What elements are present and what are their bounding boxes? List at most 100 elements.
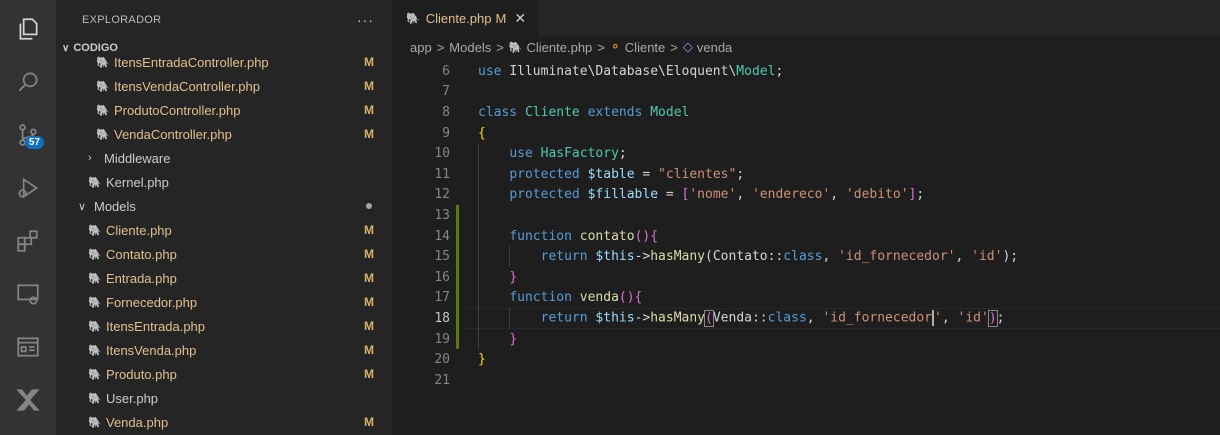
code-text: } (478, 270, 517, 285)
code-token: ' (934, 310, 942, 326)
code-text: use Illuminate\Database\Eloquent\Model; (478, 64, 783, 79)
breadcrumb-app[interactable]: app (410, 40, 432, 55)
tree-item[interactable]: 🐘 Contato.php M (56, 242, 392, 266)
chevron-right-icon: › (88, 152, 92, 164)
git-gutter-modified (456, 246, 459, 267)
tab-cliente-php[interactable]: 🐘 Cliente.php M ✕ (392, 0, 539, 36)
tree-item[interactable]: 🐘 Entrada.php M (56, 266, 392, 290)
code-line[interactable]: 6 use Illuminate\Database\Eloquent\Model; (392, 61, 1220, 82)
chevron-down-icon: ∨ (78, 200, 87, 213)
code-line[interactable]: 10 use HasFactory; (392, 143, 1220, 164)
code-token: ; (916, 187, 925, 203)
explorer-icon[interactable] (0, 10, 56, 47)
indent-guide (478, 143, 479, 350)
code-token: , (941, 310, 958, 326)
tree-item[interactable]: 🐘 Cliente.php M (56, 218, 392, 242)
breadcrumb-class[interactable]: Cliente (625, 40, 665, 55)
git-gutter-modified (456, 266, 459, 288)
tree-item[interactable]: 🐘 Venda.php M (56, 410, 392, 434)
code-line[interactable]: 15 return $this->hasMany(Contato::class,… (392, 246, 1220, 267)
code-token: hasMany (650, 310, 706, 326)
tree-item[interactable]: 🐘 Fornecedor.php M (56, 290, 392, 314)
git-gutter-modified (456, 225, 459, 247)
remote-explorer-icon[interactable] (0, 276, 56, 313)
breadcrumb-models[interactable]: Models (449, 40, 491, 55)
code-line[interactable]: 20} (392, 349, 1220, 370)
code-line[interactable]: 9{ (392, 123, 1220, 144)
code-line[interactable]: 14 function contato(){ (392, 225, 1220, 247)
search-icon[interactable] (0, 63, 56, 100)
tree-item[interactable]: 🐘 ItensVenda.php M (56, 338, 392, 362)
php-file-icon: 🐘 (508, 41, 523, 54)
code-line[interactable]: 13 (392, 205, 1220, 226)
code-line[interactable]: 17 function venda(){ (392, 287, 1220, 309)
tree-item[interactable]: 🐘 ProdutoController.php M (56, 98, 392, 122)
method-symbol-icon: ◇ (682, 39, 693, 54)
tree-item[interactable]: ∨ Models (56, 194, 392, 218)
run-debug-icon[interactable] (0, 169, 56, 206)
line-number: 14 (434, 228, 450, 244)
code-token: (){ (634, 228, 659, 244)
line-number: 15 (434, 249, 450, 265)
extensions-icon[interactable] (0, 223, 56, 260)
tree-item[interactable]: 🐘 ItensVendaController.php M (56, 74, 392, 98)
code-line[interactable]: 16 } (392, 266, 1220, 288)
code-token: } (478, 352, 486, 368)
source-control-icon[interactable]: 57 (0, 116, 56, 153)
code-line[interactable]: 12 protected $fillable = ['nome', 'ender… (392, 185, 1220, 206)
indent-guide (509, 308, 511, 329)
git-gutter-modified (456, 205, 459, 226)
tree-item-label: Contato.php (106, 246, 177, 262)
tree-item-label: ItensEntradaController.php (114, 54, 269, 70)
code-line[interactable]: 7 (392, 82, 1220, 103)
line-number: 16 (434, 269, 450, 285)
tree-item[interactable]: 🐘 ItensEntradaController.php M (56, 50, 392, 74)
vscode-window: 57 EXPLORADOR ··· ∨ CODIGO 🐘 ItensEntrada… (0, 0, 1220, 435)
code-line[interactable]: 11 protected $table = "clientes"; (392, 164, 1220, 185)
line-number: 9 (442, 125, 450, 141)
tree-item[interactable]: › Middleware (56, 146, 392, 170)
tree-item-label: User.php (106, 390, 159, 406)
tree-item[interactable]: 🐘 ItensEntrada.php M (56, 314, 392, 338)
tree-item[interactable]: 🐘 User.php (56, 386, 392, 410)
code-token: Cliente (524, 104, 588, 120)
code-line[interactable]: 21 (392, 370, 1220, 391)
code-text: protected $fillable = ['nome', 'endereco… (478, 187, 924, 202)
close-tab-button[interactable]: ✕ (514, 10, 526, 27)
php-file-icon: 🐘 (96, 56, 110, 69)
code-token: contato (579, 228, 635, 244)
breadcrumb-method[interactable]: venda (697, 40, 732, 55)
code-editor[interactable]: 6 use Illuminate\Database\Eloquent\Model;… (392, 61, 1220, 391)
code-token: -> (634, 310, 651, 326)
tree-item-label: Cliente.php (106, 222, 172, 238)
bracket-match: ( (704, 309, 714, 327)
code-line[interactable]: 18 return $this->hasMany(Venda::class, '… (392, 308, 1220, 329)
code-token: $table (587, 166, 635, 182)
code-token: $this (595, 310, 635, 326)
git-status-badge: M (364, 223, 374, 237)
code-token: = (658, 187, 682, 203)
php-file-icon: 🐘 (96, 80, 110, 93)
code-token: ; (618, 146, 627, 162)
tree-item[interactable]: 🐘 VendaController.php M (56, 122, 392, 146)
code-line[interactable]: 19 } (392, 328, 1220, 350)
code-token: protected (509, 166, 588, 182)
code-token: -> (634, 249, 651, 265)
tree-item[interactable]: 🐘 Produto.php M (56, 362, 392, 386)
code-token: 'id' (957, 310, 989, 326)
php-file-icon: 🐘 (88, 368, 102, 381)
panel-icon[interactable] (0, 329, 56, 366)
code-token: (Contato:: (705, 249, 784, 265)
breadcrumb-file[interactable]: Cliente.php (527, 40, 593, 55)
xampp-icon[interactable] (0, 382, 56, 419)
line-number: 18 (434, 310, 450, 326)
tree-item[interactable]: 🐘 Kernel.php (56, 170, 392, 194)
php-file-icon: 🐘 (88, 296, 102, 309)
code-line[interactable]: 8 class Cliente extends Model (392, 102, 1220, 123)
code-token: ; (775, 63, 784, 79)
more-actions-button[interactable]: ··· (357, 12, 374, 28)
chevron-right-icon: > (496, 39, 504, 55)
